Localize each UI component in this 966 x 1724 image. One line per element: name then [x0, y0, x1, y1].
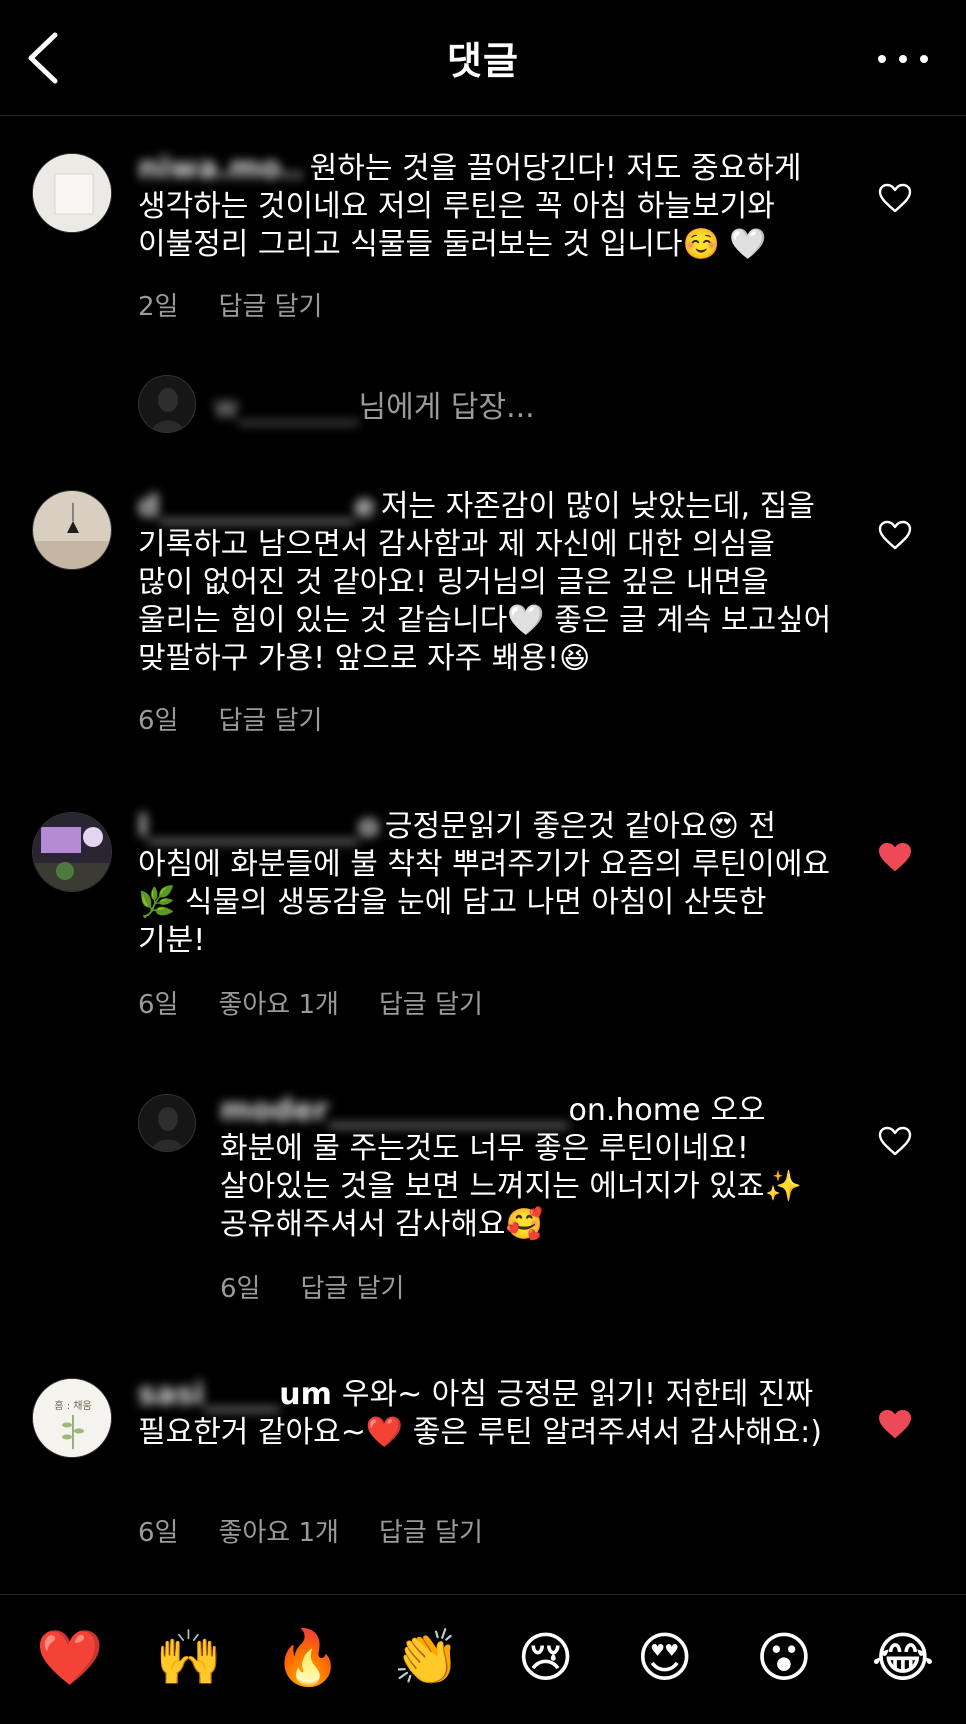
- avatar[interactable]: [32, 812, 112, 892]
- avatar-image: [33, 813, 111, 891]
- comment-username-blurred[interactable]: sasi_____: [138, 1377, 279, 1412]
- comment-text: niwa.mo.. 원하는 것을 끌어당긴다! 저도 중요하게 생각하는 것이네요…: [138, 150, 838, 264]
- avatar-image: 홈 : 채움: [33, 1379, 111, 1457]
- comment-text: l______________o 긍정문읽기 좋은것 같아요😍 전 아침에 화분들…: [138, 808, 838, 960]
- comment-username-blurred[interactable]: moder________________: [220, 1093, 569, 1128]
- comment-time: 6일: [138, 706, 179, 736]
- comment-meta: 2일 답글 달기: [138, 286, 322, 323]
- comment-username[interactable]: l______________o: [138, 809, 379, 844]
- avatar[interactable]: [138, 1094, 196, 1152]
- heart-filled-icon[interactable]: [878, 1409, 912, 1439]
- reply-button[interactable]: 답글 달기: [300, 1268, 404, 1305]
- reply-button[interactable]: 답글 달기: [379, 984, 483, 1021]
- emoji-crying-button[interactable]: 😢: [513, 1625, 579, 1691]
- reply-button[interactable]: 답글 달기: [218, 700, 322, 737]
- avatar[interactable]: [32, 153, 112, 233]
- comment-time: 6일: [138, 1518, 179, 1548]
- page-title: 댓글: [447, 39, 519, 83]
- avatar-image: [33, 491, 111, 569]
- reply-button[interactable]: 답글 달기: [379, 1512, 483, 1549]
- comment-meta: 6일 좋아요 1개 답글 달기: [138, 984, 483, 1021]
- comment-username[interactable]: niwa.mo..: [138, 151, 304, 186]
- more-dot-icon: [878, 55, 886, 63]
- avatar-image: [139, 1095, 195, 1151]
- emoji-red-heart-button[interactable]: ❤️: [36, 1625, 103, 1691]
- comment-username-visible[interactable]: um: [279, 1377, 332, 1412]
- emoji-reaction-bar: ❤️ 🙌 🔥 👏 😢 😍 😮 😂: [0, 1594, 966, 1724]
- like-count[interactable]: 좋아요 1개: [218, 984, 339, 1021]
- emoji-raised-hands-button[interactable]: 🙌: [155, 1625, 222, 1691]
- reply-prompt[interactable]: w________님에게 답장...: [138, 374, 535, 434]
- heart-outline-icon[interactable]: [878, 1126, 912, 1156]
- header: 댓글: [0, 0, 966, 116]
- reply-button[interactable]: 답글 달기: [218, 286, 322, 323]
- comment-text: sasi_____um 우와~ 아침 긍정문 읽기! 저한테 진짜 필요한거 같아…: [138, 1376, 838, 1452]
- more-options-button[interactable]: [878, 44, 928, 74]
- comment-meta: 6일 답글 달기: [220, 1268, 404, 1305]
- comment-text: moder________________on.home 오오 화분에 물 주는것…: [220, 1092, 830, 1244]
- emoji-laughing-button[interactable]: 😂: [870, 1625, 936, 1691]
- reply-target-name: w________: [214, 390, 359, 425]
- heart-outline-icon[interactable]: [878, 520, 912, 550]
- heart-filled-icon[interactable]: [878, 842, 912, 872]
- comment-meta: 6일 좋아요 1개 답글 달기: [138, 1512, 483, 1549]
- avatar-image: [33, 154, 111, 232]
- comment-meta: 6일 답글 달기: [138, 700, 322, 737]
- like-count[interactable]: 좋아요 1개: [218, 1512, 339, 1549]
- emoji-heart-eyes-button[interactable]: 😍: [632, 1625, 698, 1691]
- emoji-fire-button[interactable]: 🔥: [274, 1625, 341, 1691]
- avatar: [138, 375, 196, 433]
- more-dot-icon: [920, 55, 928, 63]
- more-dot-icon: [899, 55, 907, 63]
- emoji-clapping-button[interactable]: 👏: [393, 1625, 460, 1691]
- avatar[interactable]: 홈 : 채움: [32, 1378, 112, 1458]
- reply-prompt-text: w________님에게 답장...: [214, 382, 535, 426]
- comment-username[interactable]: d_____________e: [138, 489, 375, 524]
- reply-prompt-suffix: 님에게 답장...: [358, 390, 535, 425]
- svg-text:홈 : 채움: 홈 : 채움: [54, 1399, 91, 1412]
- emoji-surprised-button[interactable]: 😮: [751, 1625, 817, 1691]
- comment-time: 6일: [138, 990, 179, 1020]
- comment-username-visible[interactable]: on.home: [569, 1093, 701, 1128]
- emoji-row: ❤️ 🙌 🔥 👏 😢 😍 😮 😂: [36, 1625, 936, 1691]
- heart-outline-icon[interactable]: [878, 183, 912, 213]
- comment-text: d_____________e 저는 자존감이 많이 낮았는데, 집을 기록하고 …: [138, 488, 838, 678]
- comment-time: 6일: [220, 1274, 261, 1304]
- avatar[interactable]: [32, 490, 112, 570]
- comment-time: 2일: [138, 292, 179, 322]
- avatar-image: [139, 376, 195, 432]
